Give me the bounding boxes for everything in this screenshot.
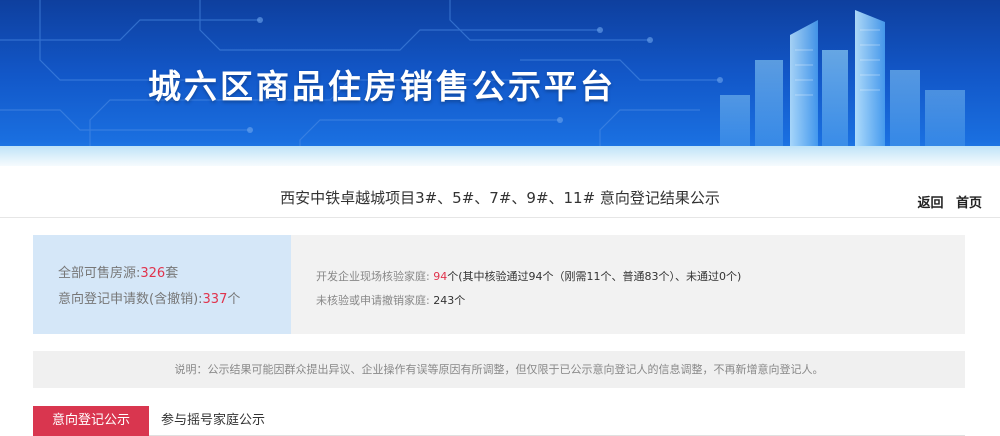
verified-families-line: 开发企业现场核验家庭: 94个(其中核验通过94个（刚需11个、普通83个）、未… xyxy=(316,265,741,289)
applications-label: 意向登记申请数(含撤销): xyxy=(58,292,203,307)
statistics-panel: 全部可售房源:326套 意向登记申请数(含撤销):337个 开发企业现场核验家庭… xyxy=(33,235,965,334)
home-link[interactable]: 首页 xyxy=(956,196,982,211)
nav-links: 返回 首页 xyxy=(909,192,982,211)
tab-intention-registration[interactable]: 意向登记公示 xyxy=(33,406,149,436)
applications-line: 意向登记申请数(含撤销):337个 xyxy=(58,287,291,313)
tab-bar: 意向登记公示 参与摇号家庭公示 xyxy=(33,406,965,436)
summary-box: 全部可售房源:326套 意向登记申请数(含撤销):337个 xyxy=(33,235,291,334)
total-listings-value: 326 xyxy=(140,266,166,281)
verified-families-label: 开发企业现场核验家庭: xyxy=(316,270,430,283)
applications-value: 337 xyxy=(202,292,228,307)
unverified-families-line: 未核验或申请撤销家庭: 243个 xyxy=(316,289,741,313)
verified-families-detail: (其中核验通过94个（刚需11个、普通83个）、未通过0个) xyxy=(458,270,742,283)
unverified-families-label: 未核验或申请撤销家庭: xyxy=(316,294,430,307)
tab-lottery-families[interactable]: 参与摇号家庭公示 xyxy=(161,406,265,436)
applications-unit: 个 xyxy=(227,292,241,307)
city-skyline-illustration xyxy=(720,10,965,166)
unverified-families-value: 243个 xyxy=(433,294,466,307)
verified-families-unit: 个 xyxy=(447,270,459,283)
total-listings-unit: 套 xyxy=(165,266,179,281)
verification-details: 开发企业现场核验家庭: 94个(其中核验通过94个（刚需11个、普通83个）、未… xyxy=(316,235,741,334)
banner-bottom-wave xyxy=(0,146,1000,166)
total-listings-line: 全部可售房源:326套 xyxy=(58,261,291,287)
verified-families-value: 94 xyxy=(433,270,448,283)
notice-bar: 说明：公示结果可能因群众提出异议、企业操作有误等原因有所调整，但仅限于已公示意向… xyxy=(33,351,965,388)
header-banner: 城六区商品住房销售公示平台 xyxy=(0,0,1000,166)
total-listings-label: 全部可售房源: xyxy=(58,266,141,281)
notice-text: 说明：公示结果可能因群众提出异议、企业操作有误等原因有所调整，但仅限于已公示意向… xyxy=(174,363,824,376)
page-title: 西安中铁卓越城项目3#、5#、7#、9#、11# 意向登记结果公示 xyxy=(280,189,720,207)
platform-title: 城六区商品住房销售公示平台 xyxy=(148,67,616,106)
project-title-row: 西安中铁卓越城项目3#、5#、7#、9#、11# 意向登记结果公示 返回 首页 xyxy=(0,172,1000,218)
back-link[interactable]: 返回 xyxy=(917,196,943,211)
